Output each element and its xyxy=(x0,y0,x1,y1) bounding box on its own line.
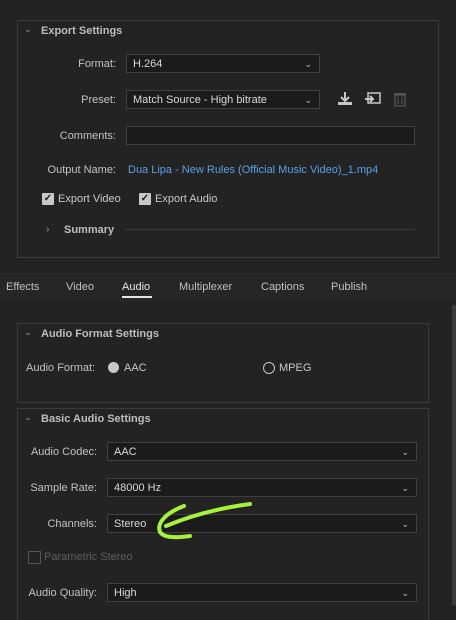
preset-value: Match Source - High bitrate xyxy=(133,94,267,106)
sample-rate-select[interactable]: 48000 Hz ⌄ xyxy=(107,478,417,497)
tab-multiplexer[interactable]: Multiplexer xyxy=(179,281,232,293)
scrollbar[interactable] xyxy=(452,305,456,605)
audio-codec-label: Audio Codec: xyxy=(30,446,97,458)
tabs-bar: Effects Video Audio Multiplexer Captions… xyxy=(0,273,456,302)
chevron-down-icon: ⌄ xyxy=(304,59,312,69)
export-audio-label: Export Audio xyxy=(155,193,218,205)
collapse-chevron-icon[interactable]: ⌄ xyxy=(24,412,32,423)
parametric-stereo-label: Parametric Stereo xyxy=(44,551,133,563)
tab-publish[interactable]: Publish xyxy=(331,281,367,293)
summary-divider xyxy=(125,229,415,230)
format-value: H.264 xyxy=(133,58,163,70)
chevron-down-icon: ⌄ xyxy=(401,447,409,457)
export-video-checkbox[interactable]: ✓ xyxy=(42,193,54,205)
summary-label[interactable]: Summary xyxy=(64,224,114,236)
aac-radio-label: AAC xyxy=(124,362,147,374)
parametric-stereo-checkbox[interactable] xyxy=(28,551,41,564)
audio-codec-value: AAC xyxy=(114,446,137,458)
chevron-down-icon: ⌄ xyxy=(401,483,409,493)
chevron-down-icon: ⌄ xyxy=(401,519,409,529)
output-name-link[interactable]: Dua Lipa - New Rules (Official Music Vid… xyxy=(128,164,378,176)
audio-quality-value: High xyxy=(114,587,137,599)
mpeg-radio[interactable] xyxy=(263,362,275,374)
audio-quality-label: Audio Quality: xyxy=(28,587,97,599)
export-settings-title: Export Settings xyxy=(41,25,123,37)
tab-effects[interactable]: Effects xyxy=(6,281,39,293)
expand-chevron-icon[interactable]: › xyxy=(46,224,49,235)
preset-select[interactable]: Match Source - High bitrate ⌄ xyxy=(126,90,320,109)
tab-audio[interactable]: Audio xyxy=(122,281,150,293)
import-preset-icon[interactable] xyxy=(364,91,382,110)
mpeg-radio-label: MPEG xyxy=(279,362,312,374)
comments-input[interactable] xyxy=(126,126,415,145)
channels-value: Stereo xyxy=(114,518,147,530)
chevron-down-icon: ⌄ xyxy=(401,588,409,598)
active-tab-indicator xyxy=(122,296,152,298)
preset-label: Preset: xyxy=(81,94,116,106)
audio-format-title: Audio Format Settings xyxy=(41,328,159,340)
comments-label: Comments: xyxy=(59,130,116,142)
delete-preset-icon[interactable] xyxy=(393,91,407,110)
export-video-label: Export Video xyxy=(58,193,121,205)
sample-rate-value: 48000 Hz xyxy=(114,482,162,494)
basic-audio-title: Basic Audio Settings xyxy=(41,413,151,425)
audio-format-label: Audio Format: xyxy=(26,362,96,374)
annotation-arrow-icon xyxy=(157,502,252,540)
audio-codec-select[interactable]: AAC ⌄ xyxy=(107,442,417,461)
tab-captions[interactable]: Captions xyxy=(261,281,304,293)
format-select[interactable]: H.264 ⌄ xyxy=(126,54,320,73)
aac-radio[interactable] xyxy=(108,362,119,373)
collapse-chevron-icon[interactable]: ⌄ xyxy=(24,327,32,338)
export-audio-checkbox[interactable]: ✓ xyxy=(139,193,151,205)
output-name-label: Output Name: xyxy=(47,164,116,176)
collapse-chevron-icon[interactable]: ⌄ xyxy=(24,24,32,35)
export-settings-panel: ⌄ Export Settings Format: H.264 ⌄ Preset… xyxy=(0,0,456,270)
channels-label: Channels: xyxy=(47,518,97,530)
save-preset-icon[interactable] xyxy=(336,91,354,110)
format-label: Format: xyxy=(78,58,116,70)
chevron-down-icon: ⌄ xyxy=(304,95,312,105)
tab-video[interactable]: Video xyxy=(66,281,94,293)
sample-rate-label: Sample Rate: xyxy=(30,482,97,494)
audio-quality-select[interactable]: High ⌄ xyxy=(107,583,417,602)
